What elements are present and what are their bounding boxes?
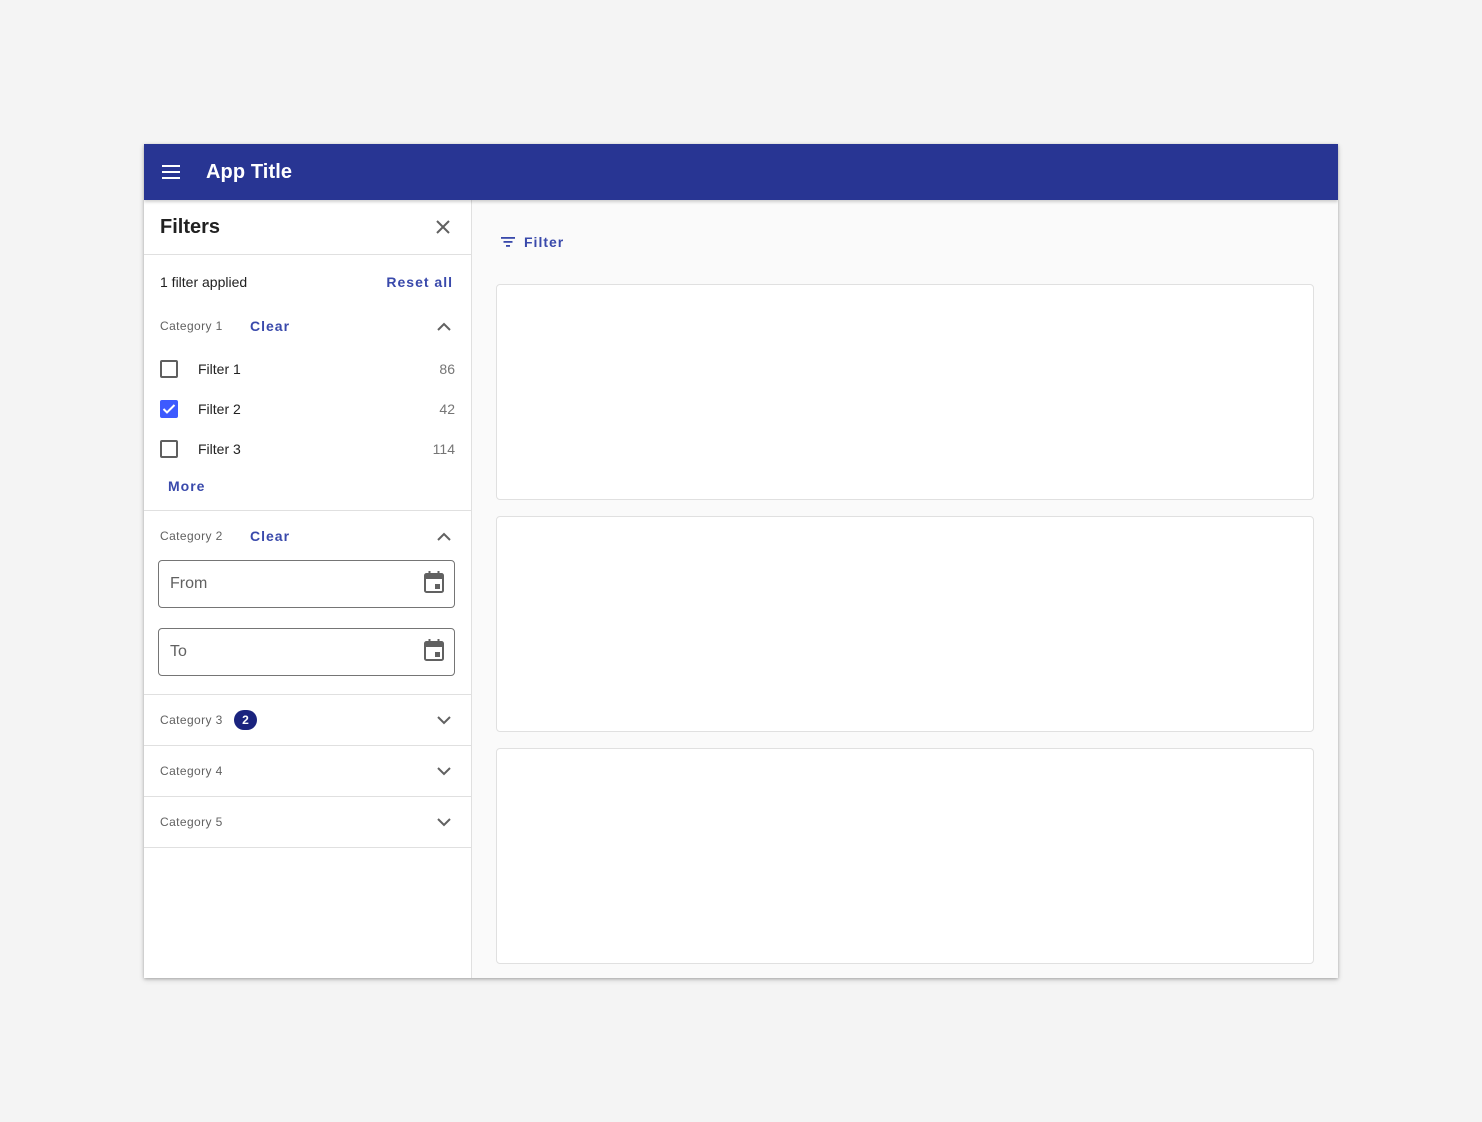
filter-button-label: Filter xyxy=(524,234,565,250)
category-4-label: Category 4 xyxy=(160,764,223,778)
content-card xyxy=(496,284,1314,500)
content-card xyxy=(496,516,1314,732)
filter-2-checkbox[interactable] xyxy=(160,400,178,418)
main-content: Filter xyxy=(472,200,1338,978)
more-button[interactable]: More xyxy=(168,478,205,494)
reset-all-button[interactable]: Reset all xyxy=(386,274,453,290)
filter-1-label: Filter 1 xyxy=(198,361,241,377)
category-3-header[interactable]: Category 3 2 xyxy=(144,695,471,746)
filters-sidebar: Filters 1 filter applied Reset all Categ… xyxy=(144,200,472,978)
more-row: More xyxy=(144,469,471,503)
category-3-expand-button[interactable] xyxy=(433,709,455,731)
category-3-count-badge: 2 xyxy=(234,710,257,730)
from-calendar-button[interactable] xyxy=(424,570,444,598)
chevron-down-icon xyxy=(437,715,451,724)
chevron-down-icon xyxy=(437,817,451,826)
category-4-expand-button[interactable] xyxy=(433,760,455,782)
filter-3-count: 114 xyxy=(432,441,455,457)
filter-option-row[interactable]: Filter 2 42 xyxy=(144,389,471,429)
chevron-up-icon xyxy=(437,532,451,541)
app-window: App Title Filters 1 filter applied Reset… xyxy=(144,144,1338,978)
filter-option-row[interactable]: Filter 1 86 xyxy=(144,349,471,389)
to-calendar-button[interactable] xyxy=(424,638,444,666)
calendar-icon xyxy=(424,638,444,661)
check-icon xyxy=(162,404,176,414)
filter-1-checkbox[interactable] xyxy=(160,360,178,378)
category-1-header: Category 1 Clear xyxy=(144,309,471,343)
from-date-field[interactable]: From xyxy=(158,560,455,608)
category-1-section: Category 1 Clear Filter 1 86 Filter 2 42… xyxy=(144,309,471,511)
close-filters-button[interactable] xyxy=(429,213,457,241)
filters-header: Filters xyxy=(144,200,471,255)
category-5-expand-button[interactable] xyxy=(433,811,455,833)
from-date-input[interactable]: From xyxy=(170,575,207,593)
menu-icon xyxy=(162,165,180,179)
menu-button[interactable] xyxy=(144,144,200,200)
category-2-label: Category 2 xyxy=(160,529,223,543)
filter-1-count: 86 xyxy=(439,361,455,377)
filter-list-icon xyxy=(501,237,515,247)
close-icon xyxy=(436,220,450,234)
filters-title: Filters xyxy=(160,215,221,238)
filter-2-count: 42 xyxy=(439,401,455,417)
category-5-label: Category 5 xyxy=(160,815,223,829)
filter-option-row[interactable]: Filter 3 114 xyxy=(144,429,471,469)
calendar-icon xyxy=(424,570,444,593)
applied-filters-row: 1 filter applied Reset all xyxy=(144,255,471,309)
category-2-collapse-button[interactable] xyxy=(433,525,455,547)
category-5-header[interactable]: Category 5 xyxy=(144,797,471,848)
category-1-collapse-button[interactable] xyxy=(433,315,455,337)
category-2-clear-button[interactable]: Clear xyxy=(250,528,290,544)
category-2-section: Category 2 Clear From To xyxy=(144,511,471,695)
to-date-field[interactable]: To xyxy=(158,628,455,676)
filter-3-label: Filter 3 xyxy=(198,441,241,457)
app-title: App Title xyxy=(206,160,293,183)
app-bar: App Title xyxy=(144,144,1338,200)
applied-count-text: 1 filter applied xyxy=(160,274,248,290)
chevron-down-icon xyxy=(437,766,451,775)
filter-3-checkbox[interactable] xyxy=(160,440,178,458)
to-date-input[interactable]: To xyxy=(170,643,187,661)
category-4-header[interactable]: Category 4 xyxy=(144,746,471,797)
content-card xyxy=(496,748,1314,964)
category-1-label: Category 1 xyxy=(160,319,223,333)
filter-toggle-button[interactable]: Filter xyxy=(500,228,564,256)
chevron-up-icon xyxy=(437,322,451,331)
category-1-clear-button[interactable]: Clear xyxy=(250,318,290,334)
category-2-header: Category 2 Clear xyxy=(144,519,471,553)
filter-2-label: Filter 2 xyxy=(198,401,241,417)
